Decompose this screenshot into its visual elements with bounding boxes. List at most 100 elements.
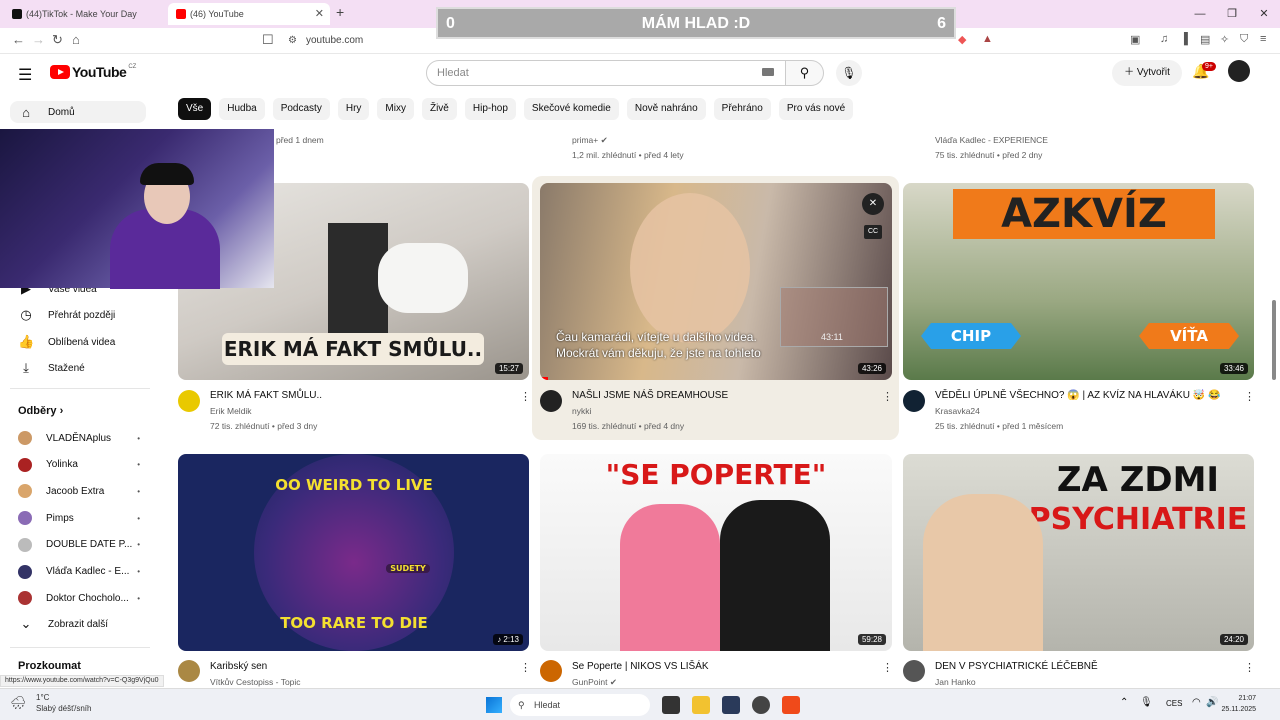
channel-name[interactable]: nykki (572, 406, 591, 416)
sidebar-item-watch-later[interactable]: ◷ Přehrát později (18, 304, 148, 326)
sidebar-icon[interactable]: ▐ (1180, 33, 1188, 45)
channel-avatar[interactable] (178, 660, 200, 682)
chip-9[interactable]: Přehráno (713, 98, 771, 120)
more-options-icon[interactable]: ⋮ (882, 661, 893, 674)
url-field[interactable]: youtube.com (306, 35, 363, 46)
channel-avatar[interactable] (903, 390, 925, 412)
subscription-item[interactable]: DOUBLE DATE P... • (18, 534, 148, 556)
forward-icon[interactable]: → (32, 32, 45, 47)
youtube-logo[interactable]: YouTube CZ (50, 64, 136, 80)
channel-name[interactable]: Jan Hanko (935, 677, 976, 687)
more-options-icon[interactable]: ⋮ (1244, 390, 1255, 403)
subscription-item[interactable]: Pimps • (18, 507, 148, 529)
brave-shield-icon[interactable]: ◆ (958, 33, 966, 46)
wifi-icon[interactable]: ◠ (1192, 697, 1201, 708)
video-title[interactable]: DEN V PSYCHIATRICKÉ LÉČEBNĚ (935, 661, 1098, 672)
video-title[interactable]: NAŠLI JSME NÁŠ DREAMHOUSE (572, 390, 728, 401)
search-button[interactable]: ⚲ (786, 60, 824, 86)
video-thumbnail[interactable]: AZKVÍZ CHIP VÍŤA 33:46 (903, 183, 1254, 380)
video-title[interactable]: Se Poperte | NIKOS VS LIŠÁK (572, 661, 709, 672)
more-options-icon[interactable]: ⋮ (520, 661, 531, 674)
volume-icon[interactable]: 🔊 (1206, 697, 1218, 708)
wallet-icon[interactable]: ▤ (1200, 33, 1210, 46)
tray-chevron-icon[interactable]: ⌃ (1120, 697, 1128, 708)
video-title[interactable]: Karibský sen (210, 661, 267, 672)
reader-icon[interactable]: ▣ (1130, 33, 1140, 46)
chip-3[interactable]: Hry (337, 98, 370, 120)
subscription-item[interactable]: Jacoob Extra • (18, 480, 148, 502)
video-preview-player[interactable]: ✕ CC 43:11 Čau kamarádi, vítejte u další… (540, 183, 892, 380)
maximize-icon[interactable]: ❐ (1216, 0, 1248, 28)
search-input[interactable]: Hledat (426, 60, 786, 86)
obs-icon[interactable] (752, 696, 770, 714)
music-icon[interactable]: ♫ (1160, 33, 1168, 45)
subscription-item[interactable]: VLADĚNAplus • (18, 427, 148, 449)
sidebar-item-downloads[interactable]: ⤓ Stažené (18, 357, 148, 379)
task-view-icon[interactable] (662, 696, 680, 714)
chip-10[interactable]: Pro vás nové (778, 98, 854, 120)
reload-icon[interactable]: ↻ (52, 32, 63, 48)
video-title[interactable]: ERIK MÁ FAKT SMŮLU.. (210, 390, 322, 401)
leo-icon[interactable]: ✧ (1220, 33, 1229, 46)
video-thumbnail[interactable]: "SE POPERTE" 59:28 (540, 454, 892, 651)
back-icon[interactable]: ← (12, 32, 25, 47)
channel-name[interactable]: Krasavka24 (935, 406, 980, 416)
chip-4[interactable]: Mixy (377, 98, 414, 120)
vpn-icon[interactable]: ⛉ (1240, 33, 1248, 46)
chip-7[interactable]: Skečové komedie (523, 98, 619, 120)
close-tab-icon[interactable]: ✕ (315, 7, 324, 20)
channel-avatar[interactable] (178, 390, 200, 412)
channel-name[interactable]: Erik Meldik (210, 406, 252, 416)
mute-icon[interactable]: ✕ (862, 193, 884, 215)
windows-start-icon[interactable] (486, 697, 502, 713)
tab-tiktok[interactable]: (44)TikTok - Make Your Day (4, 3, 164, 25)
more-options-icon[interactable]: ⋮ (1244, 661, 1255, 674)
channel-avatar[interactable] (540, 660, 562, 682)
rewards-icon[interactable]: ▲ (982, 33, 993, 45)
chip-1[interactable]: Hudba (219, 98, 265, 120)
chip-6[interactable]: Hip-hop (464, 98, 516, 120)
language-indicator[interactable]: CES (1166, 699, 1182, 708)
more-options-icon[interactable]: ⋮ (520, 390, 531, 403)
video-thumbnail[interactable]: ZA ZDMI PSYCHIATRIE 24:20 (903, 454, 1254, 651)
taskbar-search[interactable]: ⚲ Hledat (510, 694, 650, 716)
channel-name[interactable]: prima+ ✔ (572, 135, 608, 146)
subscription-item[interactable]: Vláďa Kadlec - E... • (18, 561, 148, 583)
create-button[interactable]: ＋ Vytvořit (1112, 60, 1182, 86)
chip-8[interactable]: Nově nahráno (626, 98, 706, 120)
subscription-item[interactable]: Yolinka • (18, 454, 148, 476)
menu-icon[interactable]: ≡ (1260, 33, 1266, 45)
captions-icon[interactable]: CC (864, 225, 882, 239)
chip-2[interactable]: Podcasty (272, 98, 330, 120)
video-thumbnail[interactable]: OO WEIRD TO LIVE TOO RARE TO DIE SUDETY … (178, 454, 529, 651)
mic-tray-icon[interactable]: 🎙 (1140, 697, 1153, 708)
brave-browser-icon[interactable] (782, 696, 800, 714)
video-title[interactable]: VĚDĚLI ÚPLNĚ VŠECHNO? 😱 | AZ KVÍZ NA HLA… (935, 390, 1220, 401)
subscription-item[interactable]: Doktor Chocholo... • (18, 587, 148, 609)
hamburger-icon[interactable]: ☰ (18, 65, 32, 85)
subscriptions-header[interactable]: Odběry › (18, 405, 63, 417)
chip-0[interactable]: Vše (178, 98, 212, 120)
avatar[interactable] (1228, 60, 1250, 82)
file-explorer-icon[interactable] (692, 696, 710, 714)
channel-avatar[interactable] (540, 390, 562, 412)
channel-name[interactable]: Vítkův Cestopiss - Topic (210, 677, 301, 687)
system-clock[interactable]: 21:07 25.11.2025 (1221, 693, 1256, 715)
close-window-icon[interactable]: ✕ (1248, 0, 1280, 28)
app-icon[interactable] (722, 696, 740, 714)
sidebar-item-home[interactable]: ⌂ Domů (10, 101, 146, 123)
more-options-icon[interactable]: ⋮ (882, 390, 893, 403)
new-tab-icon[interactable]: + (336, 4, 344, 20)
chip-5[interactable]: Živě (421, 98, 457, 120)
show-more-button[interactable]: ⌄ Zobrazit další (18, 613, 148, 635)
site-info-icon[interactable]: ⚙ (288, 35, 297, 46)
sidebar-item-liked[interactable]: 👍 Oblíbená videa (18, 331, 148, 353)
voice-search-icon[interactable]: 🎙 (836, 60, 862, 86)
channel-name[interactable]: GunPoint ✔ (572, 677, 617, 688)
keyboard-icon[interactable] (762, 68, 774, 76)
channel-avatar[interactable] (903, 660, 925, 682)
channel-name[interactable]: Vláďa Kadlec - EXPERIENCE (935, 135, 1048, 145)
home-icon[interactable]: ⌂ (72, 32, 80, 47)
scrollbar[interactable] (1272, 300, 1276, 380)
tab-youtube[interactable]: (46) YouTube ✕ (168, 3, 330, 25)
